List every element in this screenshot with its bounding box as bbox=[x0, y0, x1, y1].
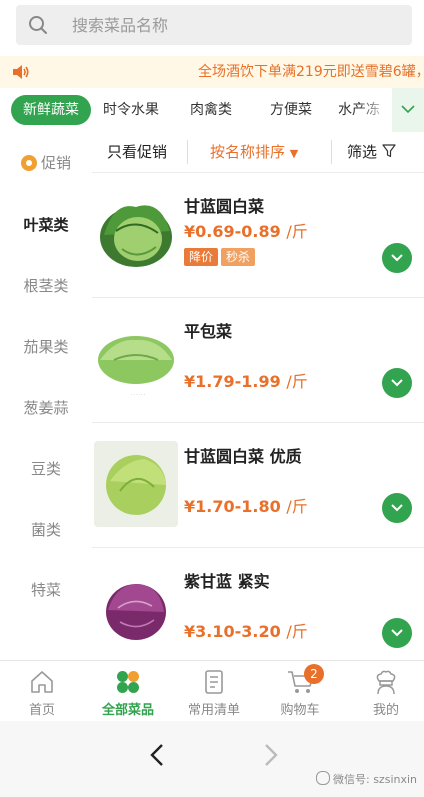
tab-fresh-vegetables[interactable]: 新鲜蔬菜 bbox=[11, 95, 91, 125]
price-unit: /斤 bbox=[286, 497, 308, 516]
side-category-list: 促销 叶菜类 根茎类 茄果类 葱姜蒜 豆类 菌类 特菜 bbox=[0, 132, 92, 660]
side-item-aromatics[interactable]: 葱姜蒜 bbox=[0, 397, 92, 418]
nav-cart[interactable]: 2 购物车 bbox=[258, 661, 342, 721]
list-icon bbox=[205, 670, 223, 694]
price-unit: /斤 bbox=[286, 222, 308, 241]
cart-count-badge: 2 bbox=[304, 664, 324, 684]
product-price: ¥1.70-1.80 /斤 bbox=[184, 493, 308, 517]
side-item-specialty[interactable]: 特菜 bbox=[0, 579, 92, 600]
round-cabbage-image bbox=[94, 441, 178, 527]
product-price: ¥3.10-3.20 /斤 bbox=[184, 618, 308, 642]
product-name: 紫甘蓝 紧实 bbox=[184, 572, 270, 591]
promo-banner[interactable]: 全场酒饮下单满219元即送雪碧6罐， bbox=[0, 56, 424, 88]
browser-toolbar: 微信号: szsinxin bbox=[0, 721, 424, 797]
chevron-down-icon bbox=[391, 379, 403, 387]
chevron-down-icon bbox=[401, 105, 415, 114]
product-name: 甘蓝圆白菜 优质 bbox=[184, 447, 302, 466]
tab-convenience-food[interactable]: 方便菜 bbox=[258, 95, 324, 125]
promotion-icon bbox=[20, 155, 37, 171]
nav-profile[interactable]: 我的 bbox=[344, 661, 424, 721]
price-value: ¥0.69-0.89 bbox=[184, 222, 281, 241]
price-drop-tag: 降价 bbox=[184, 248, 219, 266]
svg-text:· · · · · ·: · · · · · · bbox=[131, 392, 145, 397]
nav-home[interactable]: 首页 bbox=[0, 661, 84, 721]
product-name: 甘蓝圆白菜 bbox=[184, 197, 265, 216]
chevron-down-icon bbox=[391, 254, 403, 262]
nav-label: 我的 bbox=[372, 703, 399, 718]
nav-label: 全部菜品 bbox=[101, 703, 154, 718]
speaker-icon bbox=[13, 65, 29, 79]
nav-all-dishes[interactable]: 全部菜品 bbox=[86, 661, 170, 721]
side-item-root[interactable]: 根茎类 bbox=[0, 275, 92, 296]
promo-text: 全场酒饮下单满219元即送雪碧6罐， bbox=[198, 64, 424, 80]
product-card[interactable]: 甘蓝圆白菜 优质 ¥1.70-1.80 /斤 bbox=[92, 423, 424, 548]
search-bar bbox=[0, 0, 424, 56]
product-card[interactable]: · · · · · · 平包菜 ¥1.79-1.99 /斤 bbox=[92, 298, 424, 423]
expand-specs-button[interactable] bbox=[382, 368, 412, 398]
sort-arrow-icon: ▼ bbox=[289, 147, 299, 160]
back-arrow-icon[interactable] bbox=[146, 741, 168, 769]
chevron-down-icon bbox=[391, 504, 403, 512]
side-item-beans[interactable]: 豆类 bbox=[0, 458, 92, 479]
filter-button[interactable]: 筛选 bbox=[347, 132, 396, 172]
expand-specs-button[interactable] bbox=[382, 243, 412, 273]
expand-specs-button[interactable] bbox=[382, 493, 412, 523]
product-price: ¥1.79-1.99 /斤 bbox=[184, 368, 308, 392]
filter-bar: 只看促销 按名称排序 ▼ 筛选 bbox=[92, 132, 424, 173]
tab-seasonal-fruit[interactable]: 时令水果 bbox=[96, 95, 166, 125]
search-icon bbox=[29, 16, 47, 34]
chevron-down-icon bbox=[391, 629, 403, 637]
side-item-leafy[interactable]: 叶菜类 bbox=[0, 214, 92, 235]
flash-sale-tag: 秒杀 bbox=[221, 248, 256, 266]
product-card[interactable]: 紫甘蓝 紧实 ¥3.10-3.20 /斤 bbox=[92, 548, 424, 673]
nav-common-list[interactable]: 常用清单 bbox=[172, 661, 256, 721]
wechat-icon bbox=[316, 771, 330, 785]
divider bbox=[187, 140, 188, 164]
nav-label: 购物车 bbox=[280, 703, 320, 718]
product-name: 平包菜 bbox=[184, 322, 233, 341]
price-unit: /斤 bbox=[286, 622, 308, 641]
side-item-label: 促销 bbox=[40, 154, 71, 172]
product-price: ¥0.69-0.89 /斤 bbox=[184, 218, 308, 242]
product-card[interactable]: 甘蓝圆白菜 ¥0.69-0.89 /斤 降价 秒杀 bbox=[92, 173, 424, 298]
home-icon bbox=[31, 671, 53, 693]
price-value: ¥1.79-1.99 bbox=[184, 372, 281, 391]
nav-label: 首页 bbox=[28, 703, 55, 718]
nav-label: 常用清单 bbox=[187, 703, 240, 718]
sort-by-name-button[interactable]: 按名称排序 ▼ bbox=[210, 132, 298, 172]
watermark: 微信号: szsinxin bbox=[316, 771, 417, 787]
expand-categories-button[interactable] bbox=[392, 88, 424, 132]
flat-cabbage-image: · · · · · · bbox=[98, 336, 174, 397]
tab-meat-poultry[interactable]: 肉禽类 bbox=[178, 95, 244, 125]
filter-label: 筛选 bbox=[347, 143, 378, 161]
sort-label: 按名称排序 bbox=[210, 143, 286, 161]
divider bbox=[331, 140, 332, 164]
side-item-nightshade[interactable]: 茄果类 bbox=[0, 336, 92, 357]
side-item-mushrooms[interactable]: 菌类 bbox=[0, 519, 92, 540]
forward-arrow-icon[interactable] bbox=[260, 741, 282, 769]
expand-specs-button[interactable] bbox=[382, 618, 412, 648]
tabs-fade bbox=[358, 88, 390, 132]
category-tabs: 新鲜蔬菜 时令水果 肉禽类 方便菜 水产冻 bbox=[0, 88, 424, 133]
bottom-navigation: 首页 全部菜品 常用清单 2 购物车 我的 bbox=[0, 660, 424, 721]
side-item-promotion[interactable]: 促销 bbox=[0, 152, 92, 173]
funnel-icon bbox=[382, 144, 396, 158]
chef-icon bbox=[376, 670, 396, 695]
grid-dots-icon bbox=[117, 671, 139, 693]
price-value: ¥3.10-3.20 bbox=[184, 622, 281, 641]
purple-cabbage-image bbox=[106, 584, 166, 640]
promo-only-filter[interactable]: 只看促销 bbox=[107, 132, 167, 172]
search-box[interactable] bbox=[16, 5, 412, 45]
green-cabbage-image bbox=[100, 205, 172, 267]
price-value: ¥1.70-1.80 bbox=[184, 497, 281, 516]
price-unit: /斤 bbox=[286, 372, 308, 391]
search-input[interactable] bbox=[56, 5, 412, 45]
product-tags: 降价 秒杀 bbox=[184, 246, 258, 266]
watermark-text: 微信号: szsinxin bbox=[333, 773, 418, 786]
